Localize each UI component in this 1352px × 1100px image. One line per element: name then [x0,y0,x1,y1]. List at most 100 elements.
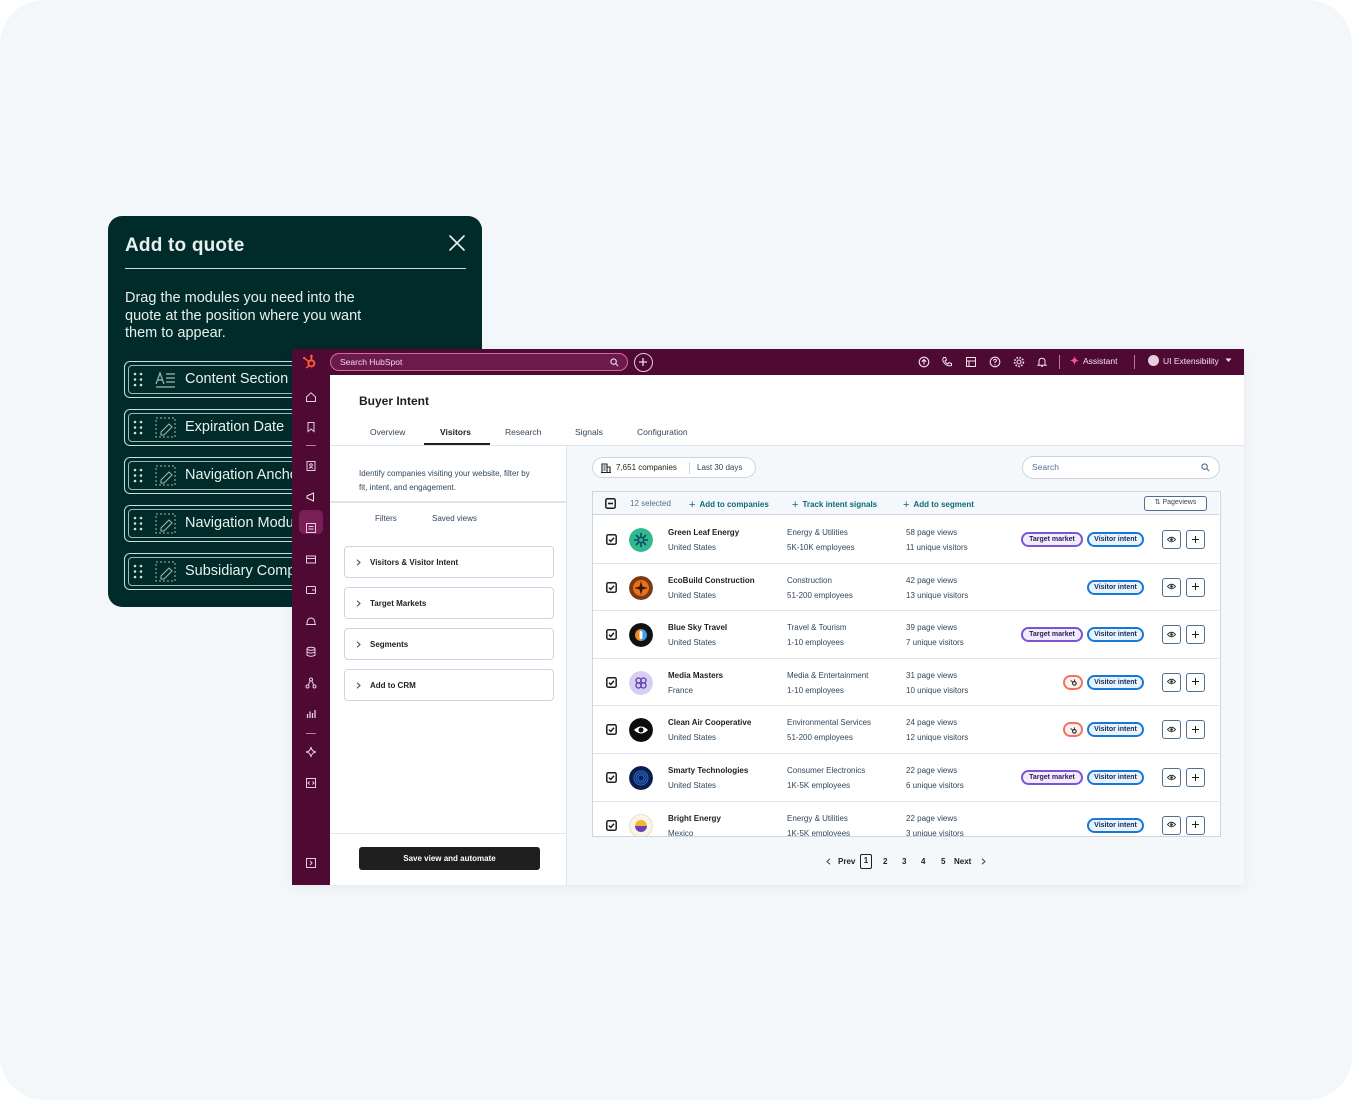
company-industry: Travel & Tourism [787,623,847,633]
row-checkbox[interactable] [606,581,617,593]
expand-sidebar-icon[interactable] [305,857,317,869]
create-button[interactable] [634,353,653,372]
page-2-button[interactable]: 2 [883,857,887,866]
table-row[interactable]: Smarty Technologies United States Consum… [593,754,1219,802]
accordion-segments[interactable]: Segments [344,628,554,660]
home-icon[interactable] [305,391,317,403]
marketing-icon[interactable] [305,491,317,503]
sparkle-icon[interactable] [305,746,317,758]
drag-handle-icon[interactable] [133,420,143,435]
row-checkbox[interactable] [606,629,617,641]
accordion-add-to-crm[interactable]: Add to CRM [344,669,554,701]
row-checkbox[interactable] [606,724,617,736]
tab-signals[interactable]: Signals [575,427,603,437]
tab-configuration[interactable]: Configuration [637,427,688,437]
marketplace-icon[interactable] [965,356,977,368]
preview-button[interactable] [1162,720,1181,740]
add-to-companies-button[interactable]: + Add to companies [689,499,769,511]
bookmark-icon[interactable] [305,421,317,433]
add-button[interactable] [1186,768,1205,787]
company-count-filter[interactable]: 7,651 companies Last 30 days [592,457,756,478]
account-menu[interactable]: UI Extensibility [1148,355,1232,366]
row-checkbox[interactable] [606,819,617,831]
drag-handle-icon[interactable] [133,516,143,531]
table-row[interactable]: EcoBuild Construction United States Cons… [593,563,1219,612]
company-name[interactable]: Smarty Technologies [668,766,748,775]
page-1-button[interactable]: 1 [860,854,872,869]
company-name[interactable]: Clean Air Cooperative [668,718,751,727]
tab-overview[interactable]: Overview [370,427,405,437]
add-button[interactable] [1186,625,1205,645]
company-name[interactable]: EcoBuild Construction [668,576,755,585]
table-search-input[interactable]: Search [1022,456,1220,479]
hubspot-logo-icon[interactable] [302,354,317,369]
company-country: United States [668,781,717,790]
company-name[interactable]: Bright Energy [668,814,721,823]
save-view-button[interactable]: Save view and automate [359,847,540,870]
row-checkbox[interactable] [606,676,617,688]
table-row[interactable]: Green Leaf Energy United States Energy &… [593,516,1219,564]
preview-button[interactable] [1162,672,1181,692]
workflows-icon[interactable] [305,677,317,689]
help-icon[interactable] [989,356,1001,368]
plus-icon [639,358,647,366]
page-4-button[interactable]: 4 [921,857,925,866]
close-icon[interactable] [446,232,468,254]
page-5-button[interactable]: 5 [941,857,945,866]
tab-visitors[interactable]: Visitors [440,427,471,437]
phone-icon[interactable] [941,356,953,368]
add-button[interactable] [1186,720,1205,740]
add-button[interactable] [1186,815,1205,835]
company-name[interactable]: Media Masters [668,671,723,680]
row-checkbox[interactable] [606,772,617,783]
upgrade-icon[interactable] [918,356,930,368]
reports-icon[interactable] [305,708,317,720]
table-row[interactable]: Bright Energy Mexico Energy & Utilities … [593,801,1219,836]
date-range[interactable]: Last 30 days [697,463,742,472]
sort-pageviews-button[interactable]: ⇅ Pageviews [1144,496,1207,511]
drag-handle-icon[interactable] [133,468,143,483]
eye-icon [1166,726,1176,733]
table-row[interactable]: Media Masters France Media & Entertainme… [593,658,1219,707]
contacts-icon[interactable] [305,460,317,472]
next-page-button[interactable]: Next [954,857,971,866]
accordion-target-markets[interactable]: Target Markets [344,587,554,619]
preview-button[interactable] [1162,577,1181,597]
commerce-icon[interactable] [305,553,317,565]
track-intent-signals-button[interactable]: + Track intent signals [792,499,877,511]
content-icon[interactable] [305,522,317,534]
database-icon[interactable] [305,646,317,658]
chevron-left-icon[interactable] [826,858,831,865]
company-name[interactable]: Blue Sky Travel [668,623,727,632]
page-3-button[interactable]: 3 [902,857,906,866]
add-to-segment-button[interactable]: + Add to segment [903,499,974,511]
accordion-label: Add to CRM [370,681,416,690]
company-name[interactable]: Green Leaf Energy [668,528,739,537]
accordion-visitors-intent[interactable]: Visitors & Visitor Intent [344,546,554,578]
code-icon[interactable] [305,777,317,789]
chevron-right-icon[interactable] [981,858,986,865]
gear-icon[interactable] [1013,356,1025,368]
subtab-filters[interactable]: Filters [375,514,397,523]
add-button[interactable] [1186,577,1205,597]
tab-research[interactable]: Research [505,427,541,437]
add-button[interactable] [1186,672,1205,692]
drag-handle-icon[interactable] [133,372,143,387]
prev-page-button[interactable]: Prev [838,857,855,866]
row-checkbox[interactable] [606,534,617,545]
preview-button[interactable] [1162,530,1181,549]
drag-handle-icon[interactable] [133,564,143,579]
bell-icon[interactable] [1036,356,1048,368]
table-row[interactable]: Blue Sky Travel United States Travel & T… [593,611,1219,659]
global-search-input[interactable]: Search HubSpot [330,353,628,371]
service-icon[interactable] [305,615,317,627]
assistant-button[interactable]: Assistant [1070,356,1118,366]
preview-button[interactable] [1162,815,1181,835]
subtab-saved-views[interactable]: Saved views [432,514,477,523]
table-row[interactable]: Clean Air Cooperative United States Envi… [593,706,1219,754]
preview-button[interactable] [1162,768,1181,787]
wallet-icon[interactable] [305,584,317,596]
select-all-checkbox[interactable] [605,498,616,509]
add-button[interactable] [1186,530,1205,549]
preview-button[interactable] [1162,625,1181,645]
